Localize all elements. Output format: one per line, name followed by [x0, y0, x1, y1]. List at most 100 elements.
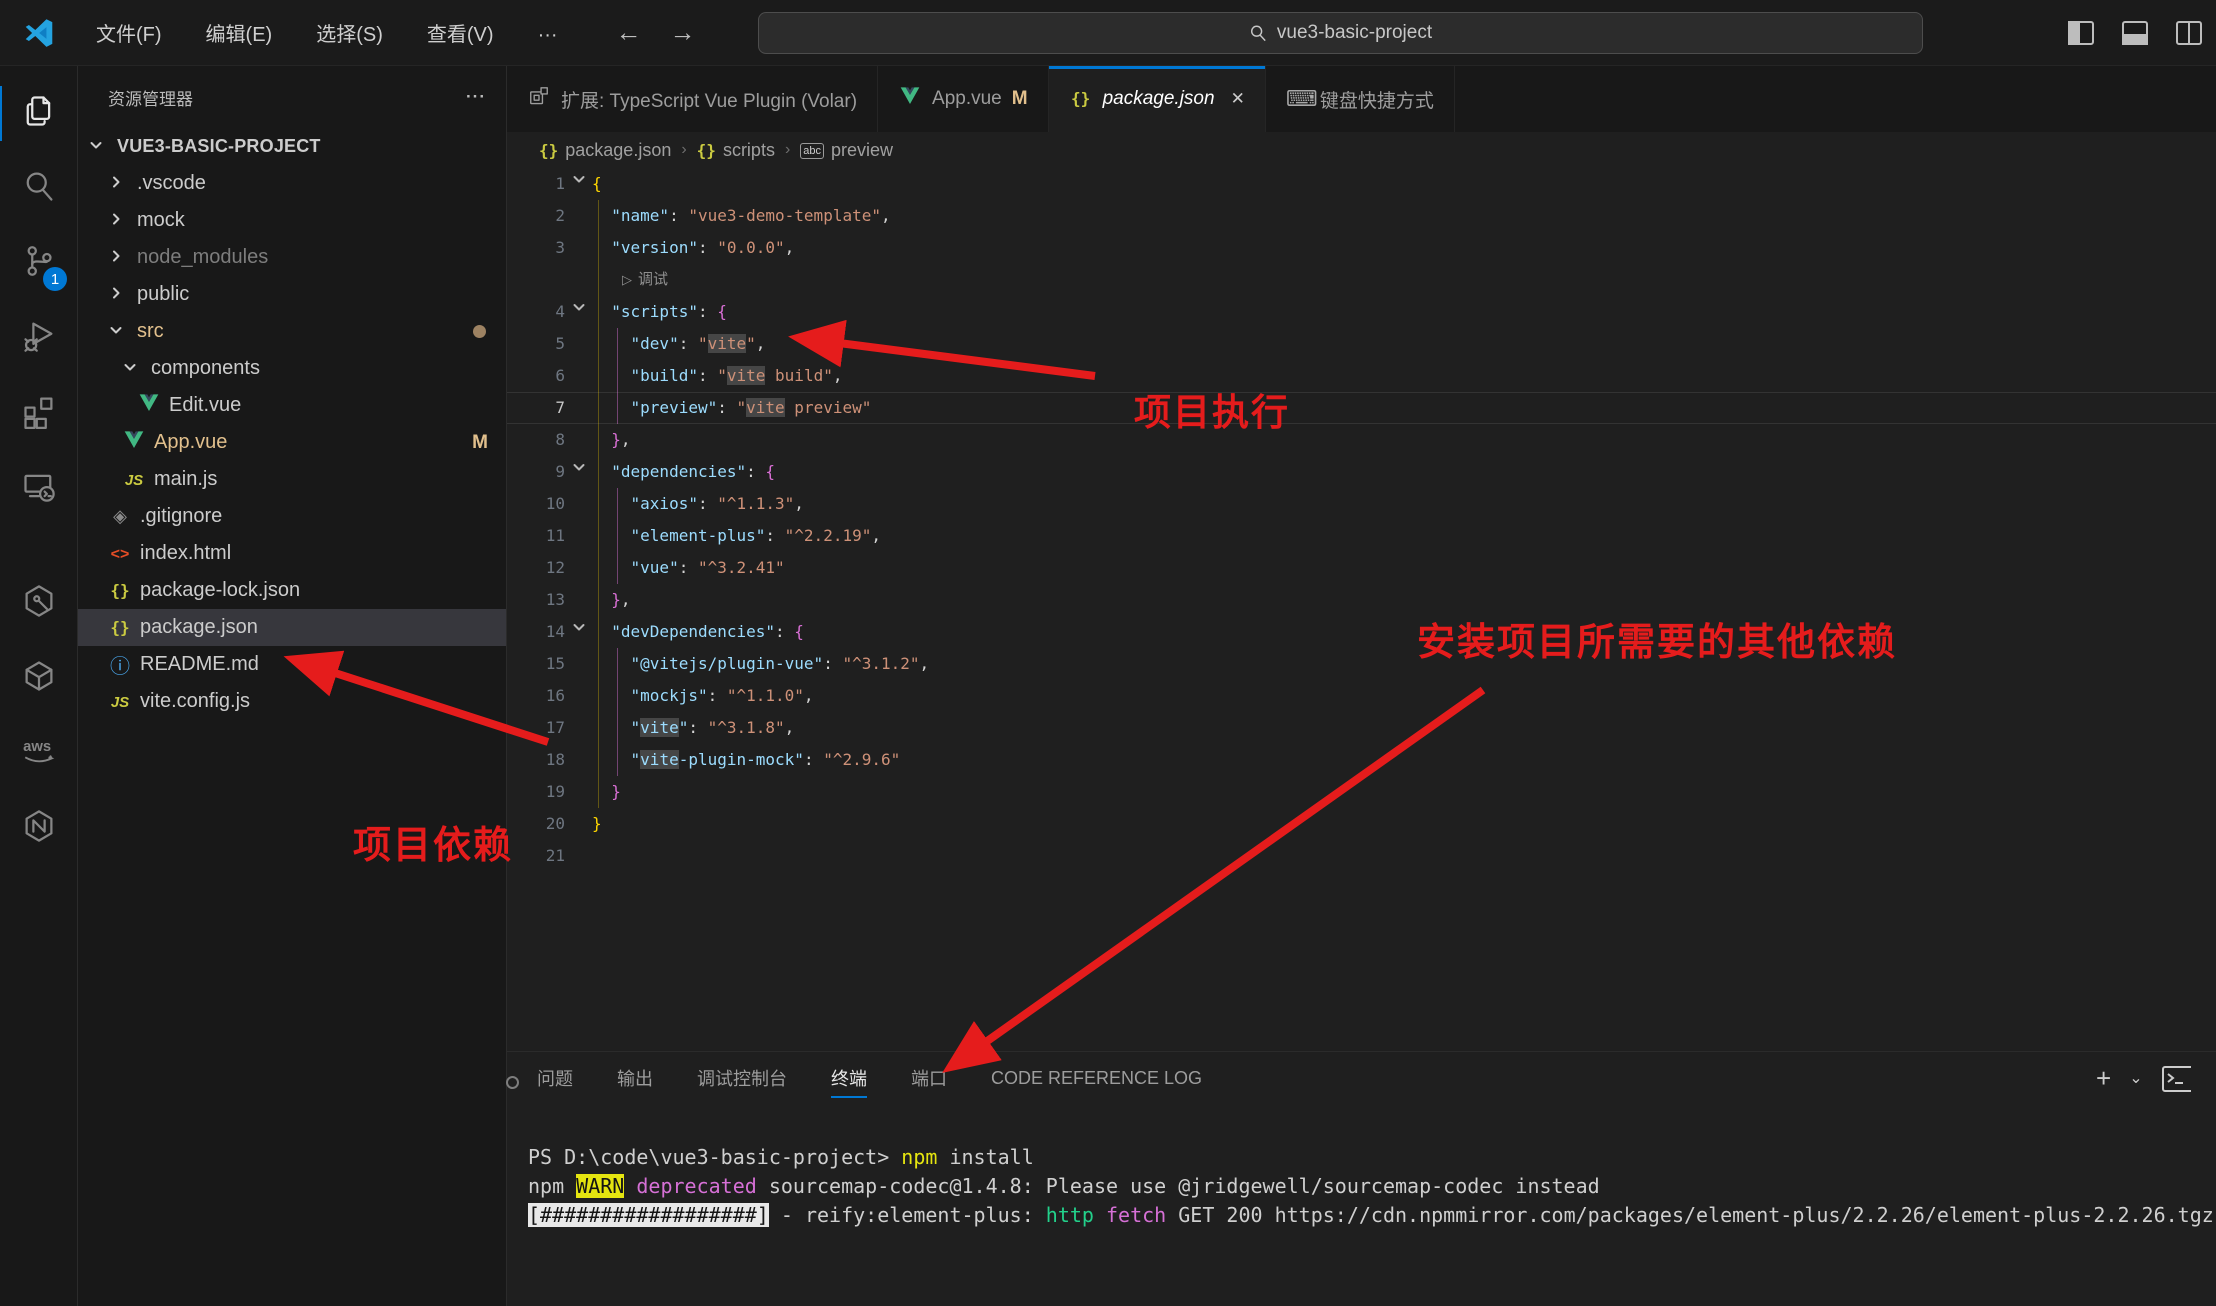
breadcrumb[interactable]: {}package.json›{}scripts›abcpreview: [507, 132, 2216, 168]
breadcrumb-item-package.json[interactable]: {}package.json: [539, 140, 671, 161]
code-line-11[interactable]: 11 "element-plus": "^2.2.19",: [507, 520, 2216, 552]
breadcrumb-item-preview[interactable]: abcpreview: [800, 140, 893, 161]
menu-item-1[interactable]: 编辑(E): [190, 18, 289, 52]
fold-chevron-icon[interactable]: [565, 296, 592, 328]
menu-item-2[interactable]: 选择(S): [300, 18, 399, 52]
fold-chevron-icon[interactable]: [565, 168, 592, 200]
panel-tab-问题[interactable]: 问题: [537, 1052, 573, 1104]
fold-gutter: [565, 808, 592, 840]
tab-键盘快捷方式[interactable]: ⌨键盘快捷方式: [1266, 66, 1455, 132]
code-line-13[interactable]: 13 },: [507, 584, 2216, 616]
activity-aws[interactable]: aws: [0, 716, 77, 791]
code-editor[interactable]: 1{2 "name": "vue3-demo-template",3 "vers…: [507, 168, 2216, 1051]
tree-item-Edit.vue[interactable]: Edit.vue: [78, 387, 506, 424]
vscode-window: 文件(F) 编辑(E) 选择(S) 查看(V) ··· ← → vue3-basic-p…: [0, 0, 2216, 1306]
tree-item-src[interactable]: src: [78, 313, 506, 350]
code-text: "@vitejs/plugin-vue": "^3.1.2",: [592, 648, 2216, 680]
code-line-6[interactable]: 6 "build": "vite build",: [507, 360, 2216, 392]
toggle-panel-icon[interactable]: [2120, 18, 2150, 48]
code-line-4[interactable]: 4 "scripts": {: [507, 296, 2216, 328]
activity-hex-tool[interactable]: [0, 566, 77, 641]
activity-source-control[interactable]: 1: [0, 226, 77, 301]
code-text: "scripts": {: [592, 296, 2216, 328]
code-line-18[interactable]: 18 "vite-plugin-mock": "^2.9.6": [507, 744, 2216, 776]
code-line-14[interactable]: 14 "devDependencies": {: [507, 616, 2216, 648]
terminal[interactable]: PS D:\code\vue3-basic-project> npm insta…: [507, 1104, 2216, 1306]
customize-layout-icon[interactable]: [2174, 18, 2204, 48]
code-line-17[interactable]: 17 "vite": "^3.1.8",: [507, 712, 2216, 744]
code-line-3[interactable]: 3 "version": "0.0.0",: [507, 232, 2216, 264]
menu-item-4[interactable]: ···: [522, 18, 574, 52]
tree-item-.gitignore[interactable]: ◈.gitignore: [78, 498, 506, 535]
fold-gutter: [565, 424, 592, 456]
new-terminal-icon[interactable]: +: [2096, 1063, 2111, 1094]
chevron-down-icon: [108, 321, 130, 343]
chevron-down-icon[interactable]: ⌄: [2129, 1068, 2142, 1088]
nav-forward-icon[interactable]: →: [670, 17, 696, 48]
code-line-9[interactable]: 9 "dependencies": {: [507, 456, 2216, 488]
menu-item-3[interactable]: 查看(V): [411, 18, 510, 52]
activity-remote-explorer[interactable]: [0, 451, 77, 526]
tree-item-mock[interactable]: mock: [78, 202, 506, 239]
code-line-2[interactable]: 2 "name": "vue3-demo-template",: [507, 200, 2216, 232]
code-line-10[interactable]: 10 "axios": "^1.1.3",: [507, 488, 2216, 520]
code-line-5[interactable]: 5 "dev": "vite",: [507, 328, 2216, 360]
terminal-panel-icon[interactable]: [2161, 1063, 2191, 1093]
panel-tab-输出[interactable]: 输出: [617, 1052, 653, 1104]
tree-item-label: index.html: [140, 542, 231, 565]
activity-search[interactable]: [0, 151, 77, 226]
panel-tab-调试控制台[interactable]: 调试控制台: [697, 1052, 787, 1104]
toggle-sidebar-icon[interactable]: [2066, 18, 2096, 48]
code-line-21[interactable]: 21: [507, 840, 2216, 872]
remote-icon: [21, 468, 57, 509]
code-line-15[interactable]: 15 "@vitejs/plugin-vue": "^3.1.2",: [507, 648, 2216, 680]
tree-item-package-lock.json[interactable]: {}package-lock.json: [78, 572, 506, 609]
close-icon[interactable]: ✕: [1231, 89, 1245, 109]
title-bar: 文件(F) 编辑(E) 选择(S) 查看(V) ··· ← → vue3-basic-p…: [0, 0, 2216, 66]
tree-item-package.json[interactable]: {}package.json: [78, 609, 506, 646]
fold-gutter: [565, 520, 592, 552]
tree-item-node_modules[interactable]: node_modules: [78, 239, 506, 276]
code-line-16[interactable]: 16 "mockjs": "^1.1.0",: [507, 680, 2216, 712]
activity-n-tool[interactable]: [0, 791, 77, 866]
code-line-19[interactable]: 19 }: [507, 776, 2216, 808]
hexagon-needle-icon: [21, 583, 57, 624]
tree-item-main.js[interactable]: JSmain.js: [78, 461, 506, 498]
activity-run-and-debug[interactable]: [0, 301, 77, 376]
tree-item-components[interactable]: components: [78, 350, 506, 387]
fold-gutter: [565, 712, 592, 744]
activity-extensions[interactable]: [0, 376, 77, 451]
fold-chevron-icon[interactable]: [565, 616, 592, 648]
panel-tab-终端[interactable]: 终端: [831, 1052, 867, 1104]
code-line-12[interactable]: 12 "vue": "^3.2.41": [507, 552, 2216, 584]
panel-tab-端口[interactable]: 端口: [911, 1052, 947, 1104]
terminal-line-1: PS D:\code\vue3-basic-project> npm insta…: [528, 1143, 2216, 1172]
tree-item-README.md[interactable]: ⓘREADME.md: [78, 646, 506, 683]
tree-item-vite.config.js[interactable]: JSvite.config.js: [78, 683, 506, 720]
panel-tab-CODE REFERENCE LOG[interactable]: CODE REFERENCE LOG: [991, 1052, 1202, 1104]
command-center-search[interactable]: vue3-basic-project: [758, 12, 1923, 54]
line-number: 20: [507, 808, 565, 840]
tree-item-VUE3-BASIC-PROJECT[interactable]: VUE3-BASIC-PROJECT: [78, 128, 506, 165]
fold-chevron-icon[interactable]: [565, 456, 592, 488]
activity-explorer[interactable]: [0, 76, 77, 151]
tab-App.vue[interactable]: App.vueM: [878, 66, 1049, 132]
code-line-20[interactable]: 20}: [507, 808, 2216, 840]
nav-back-icon[interactable]: ←: [616, 17, 642, 48]
activity-cube-tool[interactable]: [0, 641, 77, 716]
code-line-1[interactable]: 1{: [507, 168, 2216, 200]
line-number: 14: [507, 616, 565, 648]
tree-item-App.vue[interactable]: App.vueM: [78, 424, 506, 461]
breadcrumb-item-scripts[interactable]: {}scripts: [697, 140, 775, 161]
tree-item-.vscode[interactable]: .vscode: [78, 165, 506, 202]
menu-item-0[interactable]: 文件(F): [80, 18, 178, 52]
code-line-8[interactable]: 8 },: [507, 424, 2216, 456]
codelens-debug[interactable]: ▷调试: [507, 264, 2216, 296]
tab-package.json[interactable]: {}package.json✕: [1049, 66, 1266, 132]
braces-icon: {}: [108, 618, 132, 638]
tree-item-index.html[interactable]: <>index.html: [78, 535, 506, 572]
code-line-7[interactable]: 7 "preview": "vite preview": [507, 392, 2216, 424]
tree-item-public[interactable]: public: [78, 276, 506, 313]
tab-扩展: TypeScript Vue Plugin (Volar)[interactable]: 扩展: TypeScript Vue Plugin (Volar): [507, 66, 878, 132]
more-actions-icon[interactable]: ···: [466, 87, 486, 107]
